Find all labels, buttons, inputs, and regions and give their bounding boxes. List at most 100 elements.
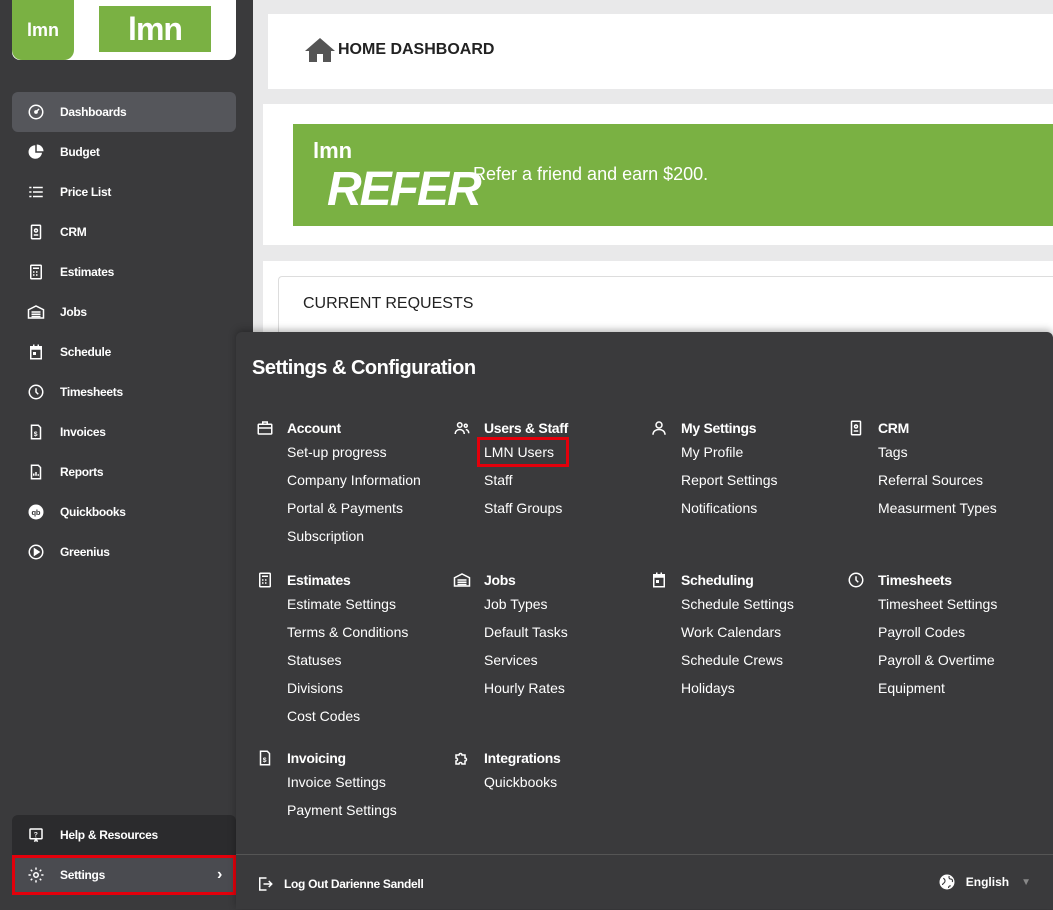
section-header: Account (256, 418, 452, 438)
link-equipment[interactable]: Equipment (847, 674, 1043, 702)
report-icon (12, 463, 60, 481)
link-cost-codes[interactable]: Cost Codes (256, 702, 452, 730)
link-tags[interactable]: Tags (847, 438, 1043, 466)
refer-brand: lmn (313, 138, 353, 163)
link-my-profile[interactable]: My Profile (650, 438, 846, 466)
link-measurement-types[interactable]: Measurment Types (847, 494, 1043, 522)
sidebar-item-crm[interactable]: CRM (12, 212, 236, 252)
sidebar-item-label: Invoices (60, 425, 106, 439)
sidebar-item-label: Schedule (60, 345, 111, 359)
help-icon: ? (12, 826, 60, 844)
refer-card: lmn REFER Refer a friend and earn $200. (263, 104, 1053, 245)
link-notifications[interactable]: Notifications (650, 494, 846, 522)
sidebar-item-budget[interactable]: Budget (12, 132, 236, 172)
sidebar-item-invoices[interactable]: $ Invoices (12, 412, 236, 452)
settings-panel: Settings & Configuration Account Set-up … (236, 332, 1053, 909)
section-invoicing: $ Invoicing Invoice Settings Payment Set… (256, 748, 452, 824)
link-quickbooks[interactable]: Quickbooks (453, 768, 649, 796)
logout-icon (259, 877, 273, 891)
sidebar-item-greenius[interactable]: Greenius (12, 532, 236, 572)
link-staff[interactable]: Staff (453, 466, 649, 494)
highlighted-link-label: LMN Users (476, 437, 570, 467)
link-subscription[interactable]: Subscription (256, 522, 452, 550)
link-report-settings[interactable]: Report Settings (650, 466, 846, 494)
users-icon (453, 419, 484, 437)
language-selector[interactable]: English ▼ (938, 873, 1031, 891)
sidebar-item-reports[interactable]: Reports (12, 452, 236, 492)
link-schedule-settings[interactable]: Schedule Settings (650, 590, 846, 618)
link-holidays[interactable]: Holidays (650, 674, 846, 702)
section-title: Jobs (484, 572, 516, 588)
invoice-icon: $ (256, 749, 287, 767)
logo-area: lmn lmn (12, 0, 236, 60)
sidebar-item-label: Help & Resources (60, 828, 158, 842)
section-scheduling: Scheduling Schedule Settings Work Calend… (650, 570, 846, 702)
warehouse-icon (12, 303, 60, 321)
link-terms-conditions[interactable]: Terms & Conditions (256, 618, 452, 646)
requests-title: CURRENT REQUESTS (303, 295, 474, 312)
link-divisions[interactable]: Divisions (256, 674, 452, 702)
calendar-icon (650, 571, 681, 589)
requests-card: CURRENT REQUESTS (263, 261, 1053, 341)
contact-card-icon (12, 223, 60, 241)
link-referral-sources[interactable]: Referral Sources (847, 466, 1043, 494)
link-payment-settings[interactable]: Payment Settings (256, 796, 452, 824)
clock-icon (847, 571, 878, 589)
sidebar-item-estimates[interactable]: Estimates (12, 252, 236, 292)
link-statuses[interactable]: Statuses (256, 646, 452, 674)
section-timesheets: Timesheets Timesheet Settings Payroll Co… (847, 570, 1043, 702)
sidebar-item-price-list[interactable]: Price List (12, 172, 236, 212)
link-estimate-settings[interactable]: Estimate Settings (256, 590, 452, 618)
sidebar-item-jobs[interactable]: Jobs (12, 292, 236, 332)
sidebar-item-label: Reports (60, 465, 104, 479)
link-payroll-overtime[interactable]: Payroll & Overtime (847, 646, 1043, 674)
section-header: Integrations (453, 748, 649, 768)
sidebar-item-timesheets[interactable]: Timesheets (12, 372, 236, 412)
link-schedule-crews[interactable]: Schedule Crews (650, 646, 846, 674)
calculator-icon (12, 263, 60, 281)
link-work-calendars[interactable]: Work Calendars (650, 618, 846, 646)
lmn-logo-large[interactable]: lmn (99, 6, 211, 52)
link-lmn-users[interactable]: LMN Users (453, 437, 649, 467)
sidebar-item-schedule[interactable]: Schedule (12, 332, 236, 372)
sidebar-item-help[interactable]: ? Help & Resources (12, 815, 236, 855)
section-title: Invoicing (287, 750, 346, 766)
refer-banner[interactable]: lmn REFER Refer a friend and earn $200. (293, 124, 1053, 226)
sidebar-item-label: CRM (60, 225, 87, 239)
logout-button[interactable]: Log Out Darienne Sandell (256, 875, 424, 893)
sidebar-item-label: Dashboards (60, 105, 127, 119)
settings-panel-title: Settings & Configuration (252, 357, 476, 379)
link-portal-payments[interactable]: Portal & Payments (256, 494, 452, 522)
link-default-tasks[interactable]: Default Tasks (453, 618, 649, 646)
sidebar-item-label: Estimates (60, 265, 114, 279)
link-job-types[interactable]: Job Types (453, 590, 649, 618)
puzzle-icon (453, 749, 484, 767)
quickbooks-icon: qb (12, 503, 60, 521)
sidebar-item-dashboards[interactable]: Dashboards (12, 92, 236, 132)
section-crm: CRM Tags Referral Sources Measurment Typ… (847, 418, 1043, 522)
list-icon (12, 183, 60, 201)
lmn-logo-small[interactable]: lmn (12, 0, 74, 60)
sidebar-item-label: Jobs (60, 305, 87, 319)
svg-text:qb: qb (32, 508, 41, 517)
globe-icon (939, 874, 955, 890)
sidebar-item-settings[interactable]: Settings › (12, 855, 236, 895)
logout-label: Log Out Darienne Sandell (284, 877, 424, 891)
link-staff-groups[interactable]: Staff Groups (453, 494, 649, 522)
section-header: My Settings (650, 418, 846, 438)
link-invoice-settings[interactable]: Invoice Settings (256, 768, 452, 796)
link-hourly-rates[interactable]: Hourly Rates (453, 674, 649, 702)
link-timesheet-settings[interactable]: Timesheet Settings (847, 590, 1043, 618)
section-header: $ Invoicing (256, 748, 452, 768)
link-payroll-codes[interactable]: Payroll Codes (847, 618, 1043, 646)
section-header: Users & Staff (453, 418, 649, 438)
section-users-staff: Users & Staff LMN Users Staff Staff Grou… (453, 418, 649, 522)
gear-icon (12, 866, 60, 884)
link-setup-progress[interactable]: Set-up progress (256, 438, 452, 466)
refer-text: Refer a friend and earn $200. (473, 164, 709, 184)
sidebar-item-quickbooks[interactable]: qb Quickbooks (12, 492, 236, 532)
link-services[interactable]: Services (453, 646, 649, 674)
warehouse-icon (453, 571, 484, 589)
link-company-information[interactable]: Company Information (256, 466, 452, 494)
section-title: Integrations (484, 750, 561, 766)
